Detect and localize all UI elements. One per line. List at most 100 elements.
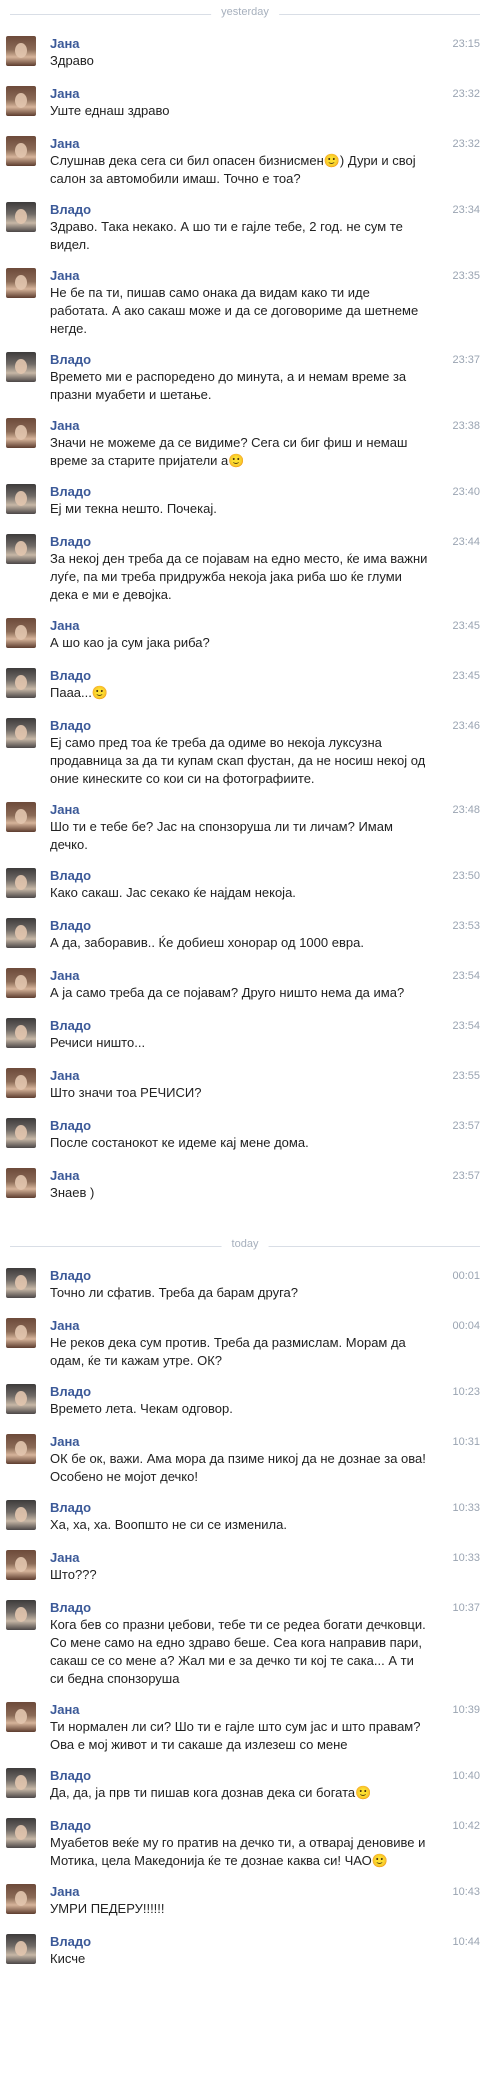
avatar[interactable] — [6, 268, 36, 298]
message-time: 10:31 — [452, 1436, 480, 1448]
avatar[interactable] — [6, 418, 36, 448]
sender-name[interactable]: Јана — [50, 86, 430, 102]
avatar[interactable] — [6, 718, 36, 748]
sender-name[interactable]: Влaдо — [50, 1384, 430, 1400]
avatar[interactable] — [6, 36, 36, 66]
message-row: Влaдо 10:42 Муабетов веќе му го пратив на … — [0, 1810, 490, 1876]
chat-history: yesterday Јана 23:15 Здраво Јана 23:32 Уште е… — [0, 0, 490, 1976]
avatar[interactable] — [6, 86, 36, 116]
sender-name[interactable]: Влaдо — [50, 668, 430, 684]
avatar-face — [15, 975, 27, 990]
sender-name[interactable]: Влaдо — [50, 918, 430, 934]
sender-name[interactable]: Јана — [50, 1068, 430, 1084]
sender-name[interactable]: Влaдо — [50, 1934, 430, 1950]
avatar[interactable] — [6, 1600, 36, 1630]
avatar-face — [15, 1891, 27, 1906]
avatar[interactable] — [6, 1550, 36, 1580]
sender-name[interactable]: Влaдо — [50, 352, 430, 368]
avatar[interactable] — [6, 352, 36, 382]
message-time: 23:45 — [452, 670, 480, 682]
sender-name[interactable]: Јана — [50, 968, 430, 984]
avatar[interactable] — [6, 1068, 36, 1098]
sender-name[interactable]: Влaдо — [50, 868, 430, 884]
avatar[interactable] — [6, 802, 36, 832]
avatar[interactable] — [6, 1384, 36, 1414]
message-row: Влaдо 10:40 Да, да, ја прв ти пишав кога д… — [0, 1760, 490, 1810]
message-text: А да, заборавив.. Ќе добиеш хонорар од 1… — [50, 935, 364, 950]
sender-name[interactable]: Јана — [50, 1550, 430, 1566]
avatar[interactable] — [6, 968, 36, 998]
sender-name[interactable]: Влaдо — [50, 1118, 430, 1134]
sender-name[interactable]: Јана — [50, 268, 430, 284]
sender-name[interactable]: Јана — [50, 418, 430, 434]
avatar[interactable] — [6, 534, 36, 564]
message-time: 10:33 — [452, 1552, 480, 1564]
sender-name[interactable]: Јана — [50, 136, 430, 152]
sender-name[interactable]: Јана — [50, 618, 430, 634]
message-time: 23:37 — [452, 354, 480, 366]
message-text: Што??? — [50, 1567, 97, 1582]
sender-name[interactable]: Влaдо — [50, 1500, 430, 1516]
avatar[interactable] — [6, 1434, 36, 1464]
avatar[interactable] — [6, 1702, 36, 1732]
sender-name[interactable]: Влaдо — [50, 1268, 430, 1284]
avatar-face — [15, 143, 27, 158]
avatar[interactable] — [6, 1934, 36, 1964]
avatar[interactable] — [6, 136, 36, 166]
message-row: Јана 23:55 Што значи тоа РЕЧИСИ? — [0, 1060, 490, 1110]
message-row: Јана 23:32 Уште еднаш здраво — [0, 78, 490, 128]
sender-name[interactable]: Јана — [50, 1168, 430, 1184]
message-list-yesterday: Јана 23:15 Здраво Јана 23:32 Уште еднаш здрав… — [0, 28, 490, 1210]
avatar[interactable] — [6, 1318, 36, 1348]
message-text: Кога бев со празни џебови, тебе ти се ре… — [50, 1617, 426, 1686]
avatar[interactable] — [6, 1268, 36, 1298]
message-row: Јана 23:15 Здраво — [0, 28, 490, 78]
avatar[interactable] — [6, 668, 36, 698]
message-row: Влaдо 10:33 Ха, ха, ха. Воопшто не си се и… — [0, 1492, 490, 1542]
divider-label: today — [221, 1238, 269, 1250]
avatar-face — [15, 725, 27, 740]
message-row: Јана 23:35 Не бе па ти, пишав само онака д… — [0, 260, 490, 344]
message-row: Јана 23:54 А ја само треба да се појавам? … — [0, 960, 490, 1010]
sender-name[interactable]: Влaдо — [50, 534, 430, 550]
message-row: Влaдо 23:37 Времето ми е распоредено до ми… — [0, 344, 490, 410]
avatar-face — [15, 209, 27, 224]
avatar-face — [15, 625, 27, 640]
avatar[interactable] — [6, 618, 36, 648]
sender-name[interactable]: Влaдо — [50, 1768, 430, 1784]
avatar-face — [15, 541, 27, 556]
avatar[interactable] — [6, 1884, 36, 1914]
message-text: Не бе па ти, пишав само онака да видам к… — [50, 285, 419, 336]
avatar-face — [15, 1825, 27, 1840]
message-row: Јана 10:39 Ти нормален ли си? Шо ти е гајл… — [0, 1694, 490, 1760]
avatar[interactable] — [6, 1118, 36, 1148]
message-time: 23:48 — [452, 804, 480, 816]
avatar[interactable] — [6, 868, 36, 898]
sender-name[interactable]: Влaдо — [50, 1600, 430, 1616]
sender-name[interactable]: Влaдо — [50, 1018, 430, 1034]
message-time: 23:54 — [452, 1020, 480, 1032]
sender-name[interactable]: Влaдо — [50, 718, 430, 734]
avatar[interactable] — [6, 918, 36, 948]
sender-name[interactable]: Влaдо — [50, 484, 430, 500]
avatar[interactable] — [6, 1818, 36, 1848]
avatar[interactable] — [6, 1018, 36, 1048]
avatar[interactable] — [6, 202, 36, 232]
divider-label: yesterday — [211, 6, 279, 18]
sender-name[interactable]: Влaдо — [50, 1818, 430, 1834]
avatar[interactable] — [6, 1500, 36, 1530]
avatar[interactable] — [6, 484, 36, 514]
avatar[interactable] — [6, 1768, 36, 1798]
sender-name[interactable]: Јана — [50, 802, 430, 818]
sender-name[interactable]: Јана — [50, 1884, 430, 1900]
sender-name[interactable]: Јана — [50, 1702, 430, 1718]
sender-name[interactable]: Јана — [50, 1318, 430, 1334]
message-row: Јана 10:33 Што??? — [0, 1542, 490, 1592]
message-row: Влaдо 23:54 Речиси ништо... — [0, 1010, 490, 1060]
message-text: Што значи тоа РЕЧИСИ? — [50, 1085, 202, 1100]
sender-name[interactable]: Влaдо — [50, 202, 430, 218]
sender-name[interactable]: Јана — [50, 1434, 430, 1450]
sender-name[interactable]: Јана — [50, 36, 430, 52]
message-row: Јана 10:31 ОК бе ок, важи. Ама мора да пзи… — [0, 1426, 490, 1492]
avatar[interactable] — [6, 1168, 36, 1198]
